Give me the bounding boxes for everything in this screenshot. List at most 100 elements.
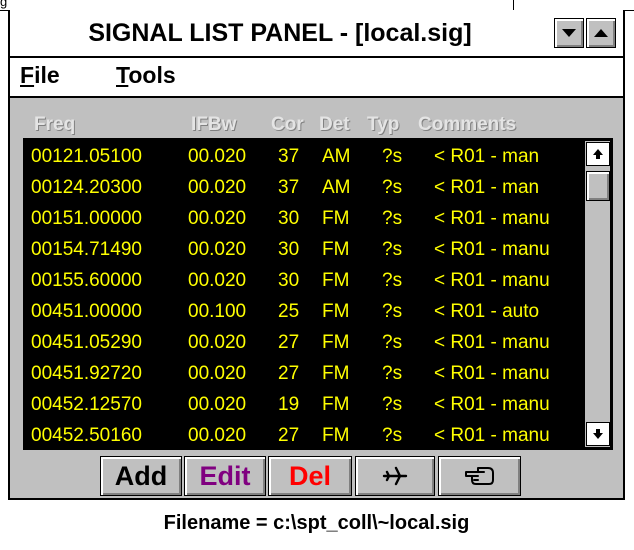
menu-tools-accelerator: T	[116, 62, 129, 88]
cell-ifbw: 00.020	[188, 270, 247, 291]
column-header-ifbw: IFBw	[191, 114, 237, 135]
signal-list[interactable]: 00121.05100 00.020 37 AM ?s < R01 - man …	[23, 138, 613, 450]
cell-freq: 00451.05290	[31, 332, 142, 353]
cell-ifbw: 00.020	[188, 332, 247, 353]
cell-comments: < R01 - man	[434, 146, 540, 167]
cell-typ: ?s	[382, 425, 403, 446]
delete-button[interactable]: Del	[268, 456, 352, 496]
airplane-button[interactable]	[355, 456, 435, 496]
airplane-icon	[382, 466, 408, 486]
cell-comments: < R01 - manu	[434, 208, 550, 229]
cell-ifbw: 00.020	[188, 177, 247, 198]
cell-ifbw: 00.020	[188, 208, 247, 229]
cell-typ: ?s	[382, 332, 403, 353]
cell-freq: 00451.00000	[31, 301, 142, 322]
menu-bar: File Tools	[10, 58, 623, 98]
list-row[interactable]: 00154.71490 00.020 30 FM ?s < R01 - manu	[24, 234, 584, 265]
cell-det: AM	[322, 177, 351, 198]
edit-button[interactable]: Edit	[184, 456, 266, 496]
cell-ifbw: 00.020	[188, 425, 247, 446]
list-row[interactable]: 00451.92720 00.020 27 FM ?s < R01 - manu	[24, 358, 584, 389]
cell-det: FM	[322, 208, 350, 229]
cell-typ: ?s	[382, 208, 403, 229]
cell-det: FM	[322, 394, 350, 415]
cell-ifbw: 00.020	[188, 146, 247, 167]
cell-typ: ?s	[382, 394, 403, 415]
signal-list-window: SIGNAL LIST PANEL - [local.sig] File Too…	[8, 10, 625, 500]
cell-freq: 00151.00000	[31, 208, 142, 229]
column-header-comments: Comments	[418, 114, 517, 135]
list-row[interactable]: 00451.00000 00.100 25 FM ?s < R01 - auto	[24, 296, 584, 327]
title-bar[interactable]: SIGNAL LIST PANEL - [local.sig]	[10, 10, 623, 58]
cell-typ: ?s	[382, 363, 403, 384]
cell-comments: < R01 - manu	[434, 332, 550, 353]
cell-cor: 25	[278, 301, 300, 322]
cell-ifbw: 00.100	[188, 301, 247, 322]
list-row[interactable]: 00155.60000 00.020 30 FM ?s < R01 - manu	[24, 265, 584, 296]
add-button[interactable]: Add	[100, 456, 182, 496]
minimize-button[interactable]	[554, 18, 584, 48]
pointing-hand-icon	[464, 467, 494, 485]
cell-comments: < R01 - manu	[434, 363, 550, 384]
cell-freq: 00124.20300	[31, 177, 142, 198]
cell-det: FM	[322, 425, 350, 446]
cell-comments: < R01 - man	[434, 177, 540, 198]
cell-cor: 30	[278, 239, 300, 260]
column-header-typ: Typ	[367, 114, 400, 135]
maximize-button[interactable]	[586, 18, 616, 48]
cell-cor: 37	[278, 177, 300, 198]
menu-file-label: ile	[34, 62, 60, 88]
cell-det: AM	[322, 146, 351, 167]
cell-comments: < R01 - manu	[434, 425, 550, 446]
pointing-hand-button[interactable]	[438, 456, 521, 496]
menu-tools-label: ools	[128, 62, 176, 88]
cell-det: FM	[322, 270, 350, 291]
triangle-up-icon	[594, 29, 608, 37]
scroll-thumb[interactable]	[586, 171, 610, 201]
list-row[interactable]: 00452.50160 00.020 27 FM ?s < R01 - manu	[24, 420, 584, 451]
column-header-det: Det	[319, 114, 350, 135]
cell-freq: 00121.05100	[31, 146, 142, 167]
cell-cor: 30	[278, 208, 300, 229]
cell-typ: ?s	[382, 146, 403, 167]
list-row[interactable]: 00452.12570 00.020 19 FM ?s < R01 - manu	[24, 389, 584, 420]
list-row[interactable]: 00124.20300 00.020 37 AM ?s < R01 - man	[24, 172, 584, 203]
cell-ifbw: 00.020	[188, 394, 247, 415]
list-row[interactable]: 00121.05100 00.020 37 AM ?s < R01 - man	[24, 141, 584, 172]
window-title: SIGNAL LIST PANEL - [local.sig]	[88, 19, 472, 47]
cell-ifbw: 00.020	[188, 239, 247, 260]
cell-cor: 37	[278, 146, 300, 167]
cell-det: FM	[322, 363, 350, 384]
cell-comments: < R01 - manu	[434, 239, 550, 260]
cell-typ: ?s	[382, 239, 403, 260]
list-row[interactable]: 00151.00000 00.020 30 FM ?s < R01 - manu	[24, 203, 584, 234]
scroll-down-button[interactable]	[586, 422, 610, 446]
cell-typ: ?s	[382, 270, 403, 291]
cell-det: FM	[322, 239, 350, 260]
menu-file[interactable]: File	[20, 62, 60, 89]
cell-typ: ?s	[382, 301, 403, 322]
menu-tools[interactable]: Tools	[116, 62, 176, 89]
cell-freq: 00452.50160	[31, 425, 142, 446]
top-edge-text: g	[0, 0, 8, 9]
arrow-down-icon	[593, 429, 603, 439]
cell-ifbw: 00.020	[188, 363, 247, 384]
filename-status: Filename = c:\spt_coll\~local.sig	[163, 512, 470, 534]
triangle-down-icon	[562, 29, 576, 37]
arrow-up-icon	[593, 149, 603, 159]
cell-cor: 27	[278, 363, 300, 384]
cell-comments: < R01 - auto	[434, 301, 540, 322]
cell-cor: 30	[278, 270, 300, 291]
cell-comments: < R01 - manu	[434, 270, 550, 291]
cell-det: FM	[322, 301, 350, 322]
list-scrollbar[interactable]	[584, 141, 610, 447]
column-header-freq: Freq	[34, 114, 76, 135]
cell-freq: 00154.71490	[31, 239, 142, 260]
list-row[interactable]: 00451.05290 00.020 27 FM ?s < R01 - manu	[24, 327, 584, 358]
column-headers: Freq IFBw Cor Det Typ Comments	[10, 114, 623, 136]
menu-file-accelerator: F	[20, 62, 35, 88]
cell-det: FM	[322, 332, 350, 353]
scroll-up-button[interactable]	[586, 142, 610, 166]
cell-cor: 27	[278, 332, 300, 353]
cell-typ: ?s	[382, 177, 403, 198]
